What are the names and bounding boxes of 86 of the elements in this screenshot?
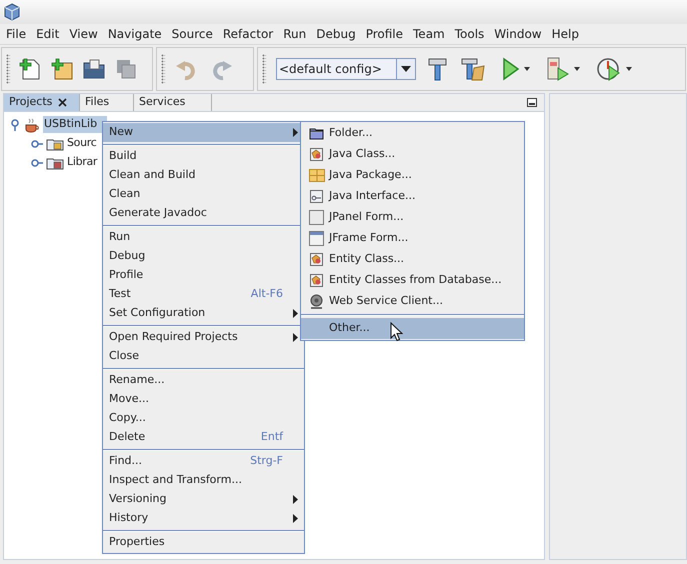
class-file-icon [309, 252, 325, 268]
tree-node[interactable]: Librar [67, 154, 98, 171]
folder-icon[interactable] [82, 57, 106, 81]
debug-icon[interactable] [546, 56, 570, 82]
close-icon[interactable] [58, 98, 68, 107]
menu-item[interactable]: Debug [311, 25, 361, 43]
menu-item[interactable]: JPanel Form... [301, 207, 524, 228]
dropdown-arrow-icon [401, 66, 411, 72]
menu-item[interactable]: Web Service Client... [301, 291, 524, 312]
config-combo[interactable]: <default config> [276, 58, 416, 80]
new-project-icon[interactable] [50, 57, 74, 81]
menu-item[interactable]: Tools [450, 25, 490, 43]
shortcut-label: Alt-F6 [250, 286, 283, 302]
app-icon [4, 3, 20, 21]
menu-item[interactable]: Inspect and Transform... [103, 471, 304, 490]
menu-item[interactable]: Debug [103, 247, 304, 266]
submenu-arrow-icon [293, 514, 298, 523]
tree-node[interactable]: Sourc [67, 135, 97, 152]
expanded-handle-icon[interactable] [9, 118, 21, 130]
class-file-icon [309, 146, 325, 162]
menu-item[interactable]: Profile [360, 25, 408, 43]
submenu-arrow-icon [293, 128, 298, 137]
menu-item[interactable]: Properties [103, 533, 304, 552]
submenu-arrow-icon [293, 495, 298, 504]
menu-item[interactable]: Build [103, 147, 304, 166]
menu-item[interactable]: Folder... [301, 123, 524, 144]
menu-item[interactable]: Help [546, 25, 584, 43]
menu-item[interactable]: Entity Class... [301, 249, 524, 270]
save-all-icon[interactable] [114, 57, 138, 81]
menu-item[interactable]: Clean and Build [103, 166, 304, 185]
menu-item[interactable]: Profile [103, 266, 304, 285]
profile-icon[interactable] [596, 56, 622, 82]
tree-node[interactable]: USBtinLib [43, 116, 107, 133]
menu-item[interactable]: Clean [103, 185, 304, 204]
menu-item[interactable]: Close [103, 347, 304, 366]
menu-item[interactable]: JFrame Form... [301, 228, 524, 249]
interface-file-icon [309, 188, 325, 204]
menu-item[interactable]: Versioning [103, 490, 304, 509]
menu-item[interactable]: Entity Classes from Database... [301, 270, 524, 291]
run-icon[interactable] [502, 57, 520, 81]
menu-item[interactable]: Copy... [103, 409, 304, 428]
class-file-icon [309, 272, 325, 288]
menu-item[interactable]: File [1, 25, 32, 43]
menu-item[interactable]: Move... [103, 390, 304, 409]
package-folder-icon [46, 156, 64, 170]
hammer-broom-icon[interactable] [460, 56, 486, 82]
menu-item[interactable]: Test Alt-F6 [103, 285, 304, 304]
menu-item[interactable]: Window [489, 25, 547, 43]
menu-item[interactable]: Edit [31, 25, 64, 43]
menu-item[interactable]: Delete Entf [103, 428, 304, 447]
menu-item[interactable]: Run [278, 25, 312, 43]
submenu-arrow-icon [293, 333, 298, 342]
menu-item[interactable]: Set Configuration [103, 304, 304, 323]
folder-icon [309, 126, 325, 142]
panel-icon [309, 210, 325, 226]
menu-item[interactable]: Open Required Projects [103, 328, 304, 347]
menu-item[interactable]: Navigate [102, 25, 167, 43]
menu-item[interactable]: Other... [301, 318, 524, 339]
minimize-icon[interactable] [527, 98, 537, 107]
menu-item[interactable]: Find... Strg-F [103, 452, 304, 471]
new-file-icon[interactable] [18, 57, 42, 81]
menu-item[interactable]: Java Package... [301, 165, 524, 186]
submenu-arrow-icon [293, 309, 298, 318]
collapsed-handle-icon[interactable] [31, 138, 43, 150]
menu-item[interactable]: Generate Javadoc [103, 204, 304, 223]
shortcut-label: Entf [260, 429, 283, 446]
menu-item[interactable]: Rename... [103, 371, 304, 390]
shortcut-label: Strg-F [250, 453, 283, 470]
package-folder-icon [46, 136, 64, 150]
menu-item[interactable]: Team [408, 25, 450, 43]
package-icon [309, 168, 325, 184]
menu-item[interactable]: Run [103, 228, 304, 247]
menu-item[interactable]: Java Class... [301, 144, 524, 165]
collapsed-handle-icon[interactable] [31, 156, 43, 168]
menu-item[interactable]: Source [166, 25, 218, 43]
menu-item[interactable]: View [64, 25, 103, 43]
menu-item[interactable]: Refactor [218, 25, 278, 43]
coffee-cup-icon [24, 116, 40, 132]
mouse-cursor-icon [390, 322, 403, 342]
caret-icon[interactable] [524, 67, 530, 71]
menu-item[interactable]: History [103, 509, 304, 528]
caret-icon[interactable] [574, 67, 580, 71]
panel-tab[interactable]: Projects [4, 94, 80, 111]
window-icon [309, 230, 325, 246]
menu-item[interactable]: Java Interface... [301, 186, 524, 207]
caret-icon[interactable] [626, 67, 632, 71]
